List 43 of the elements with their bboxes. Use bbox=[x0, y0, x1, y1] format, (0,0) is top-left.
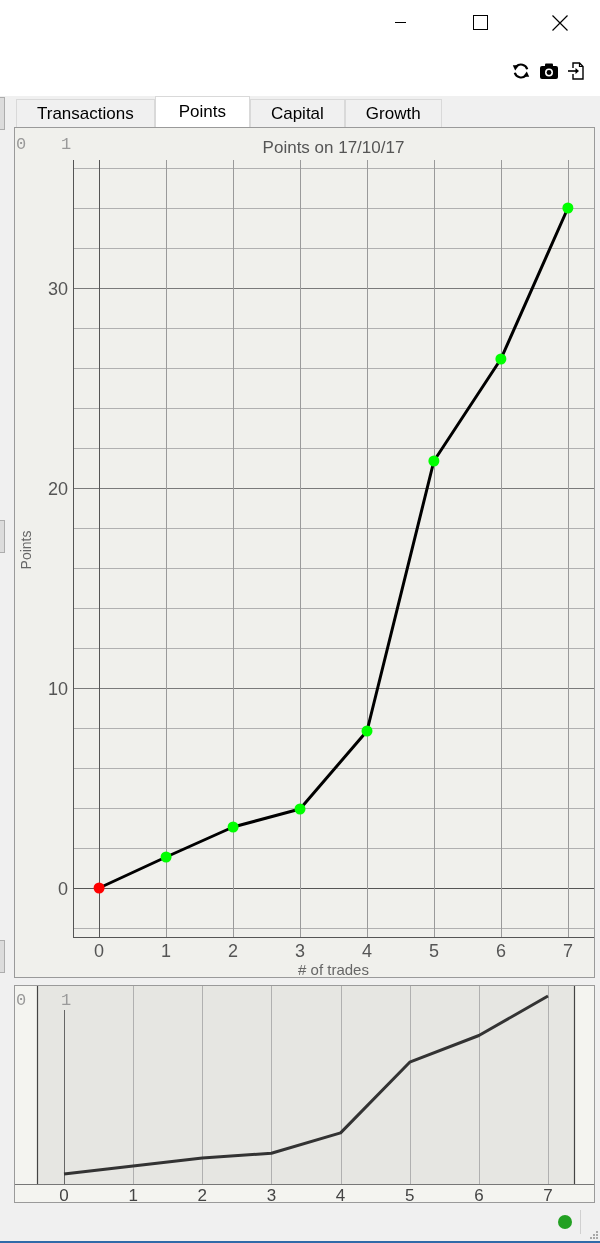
overview-tick-label: 1 bbox=[128, 1186, 138, 1202]
overview-tick-label: 3 bbox=[266, 1186, 277, 1202]
range-selection[interactable] bbox=[36, 986, 576, 1185]
overview-tick-label: 2 bbox=[197, 1186, 207, 1202]
corner-label: 1 bbox=[61, 991, 72, 1010]
export-icon[interactable] bbox=[568, 61, 584, 80]
resize-grip-icon[interactable] bbox=[590, 1231, 599, 1240]
y-tick-label: 20 bbox=[47, 478, 68, 499]
side-panel-handle[interactable] bbox=[0, 940, 5, 973]
x-tick-label: 7 bbox=[562, 941, 573, 961]
overview-tick-label: 7 bbox=[543, 1186, 553, 1202]
corner-label: 0 bbox=[16, 991, 27, 1010]
y-axis-label: Points bbox=[18, 530, 34, 570]
corner-label: 1 bbox=[61, 135, 72, 154]
overview-tick-label: 0 bbox=[59, 1186, 69, 1202]
tab[interactable]: Growth bbox=[344, 99, 442, 127]
x-tick-label: 1 bbox=[161, 941, 172, 961]
corner-label: 0 bbox=[16, 135, 27, 154]
overview-tick-label: 5 bbox=[405, 1186, 415, 1202]
overview-tick-label: 6 bbox=[474, 1186, 484, 1202]
maximize-icon[interactable] bbox=[472, 15, 488, 30]
x-axis-label: # of trades bbox=[298, 961, 369, 977]
x-tick-label: 2 bbox=[228, 941, 239, 961]
x-tick-label: 5 bbox=[428, 941, 439, 961]
status-dot-icon bbox=[558, 1215, 572, 1229]
x-tick-label: 4 bbox=[362, 941, 372, 961]
tab[interactable]: Points bbox=[154, 96, 250, 127]
tab[interactable]: Transactions bbox=[16, 99, 155, 127]
tab[interactable]: Capital bbox=[249, 99, 345, 127]
camera-icon[interactable] bbox=[540, 62, 558, 79]
y-tick-label: 10 bbox=[47, 678, 68, 699]
side-panel-handle[interactable] bbox=[0, 520, 5, 553]
x-tick-label: 3 bbox=[295, 941, 305, 961]
side-panel-handle[interactable] bbox=[0, 97, 5, 130]
x-tick-label: 6 bbox=[495, 941, 506, 961]
chart-title: Points on 17/10/17 bbox=[262, 138, 405, 157]
refresh-icon[interactable] bbox=[512, 61, 530, 80]
y-tick-label: 0 bbox=[58, 878, 68, 899]
x-tick-label: 0 bbox=[94, 941, 105, 961]
overview-tick-label: 4 bbox=[335, 1186, 346, 1202]
y-tick-label: 30 bbox=[47, 278, 68, 299]
minimize-icon[interactable] bbox=[394, 22, 406, 23]
close-icon[interactable] bbox=[552, 14, 568, 31]
